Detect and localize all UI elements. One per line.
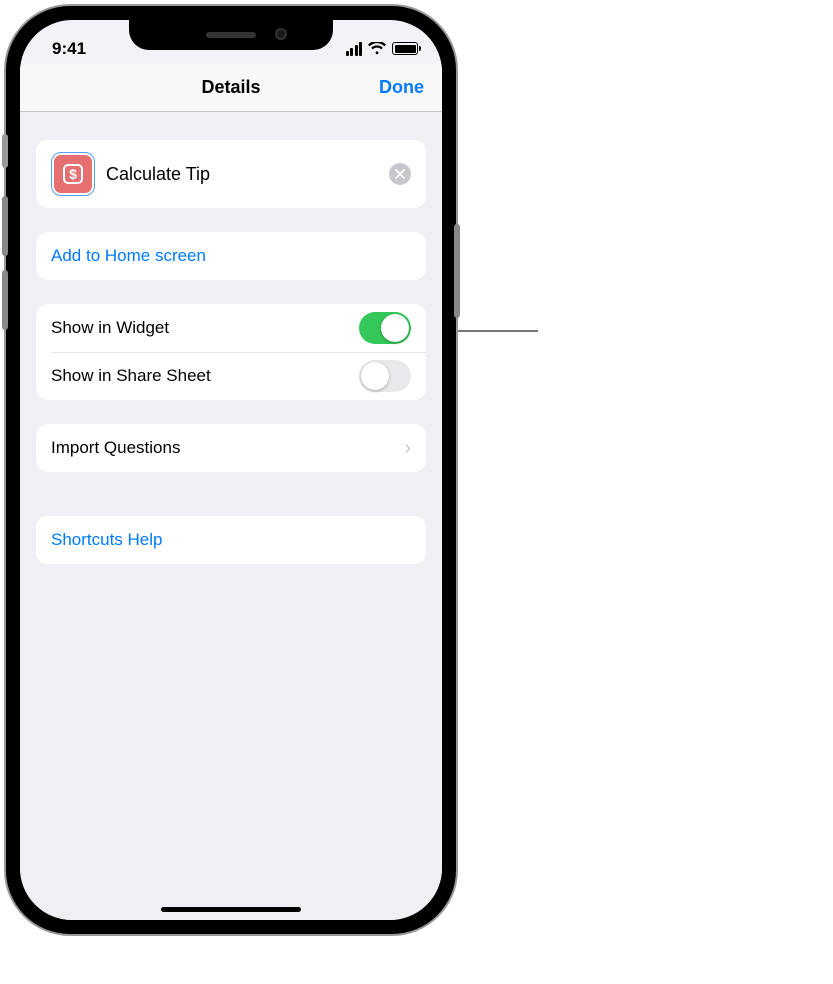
show-in-widget-toggle[interactable] bbox=[359, 312, 411, 344]
shortcut-name-input[interactable] bbox=[106, 164, 389, 185]
nav-bar: Details Done bbox=[20, 64, 442, 112]
status-time: 9:41 bbox=[52, 39, 86, 59]
front-camera bbox=[275, 28, 287, 40]
show-in-share-toggle[interactable] bbox=[359, 360, 411, 392]
status-right bbox=[346, 42, 419, 56]
show-in-share-label: Show in Share Sheet bbox=[51, 366, 359, 386]
side-power-button bbox=[454, 224, 460, 318]
cellular-signal-icon bbox=[346, 42, 363, 56]
shortcuts-help-label: Shortcuts Help bbox=[51, 530, 411, 550]
shortcut-icon-button[interactable]: $ bbox=[51, 152, 95, 196]
home-indicator[interactable] bbox=[161, 907, 301, 912]
clear-text-button[interactable] bbox=[389, 163, 411, 185]
device-frame: 9:41 Details Done $ bbox=[6, 6, 456, 934]
help-group: Shortcuts Help bbox=[36, 516, 426, 564]
add-to-home-screen-button[interactable]: Add to Home screen bbox=[36, 232, 426, 280]
battery-icon bbox=[392, 42, 418, 55]
show-in-share-sheet-row: Show in Share Sheet bbox=[36, 352, 426, 400]
add-home-group: Add to Home screen bbox=[36, 232, 426, 280]
screen: 9:41 Details Done $ bbox=[20, 20, 442, 920]
shortcuts-help-button[interactable]: Shortcuts Help bbox=[36, 516, 426, 564]
chevron-right-icon: › bbox=[404, 438, 411, 458]
done-button[interactable]: Done bbox=[379, 77, 424, 98]
dollar-sign-icon: $ bbox=[54, 155, 92, 193]
import-questions-button[interactable]: Import Questions › bbox=[36, 424, 426, 472]
volume-down-button bbox=[2, 270, 8, 330]
shortcut-name-group: $ bbox=[36, 140, 426, 208]
show-in-widget-row: Show in Widget bbox=[36, 304, 426, 352]
add-to-home-label: Add to Home screen bbox=[51, 246, 411, 266]
import-group: Import Questions › bbox=[36, 424, 426, 472]
wifi-icon bbox=[368, 42, 386, 55]
show-in-widget-label: Show in Widget bbox=[51, 318, 359, 338]
volume-up-button bbox=[2, 196, 8, 256]
page-title: Details bbox=[201, 77, 260, 98]
visibility-group: Show in Widget Show in Share Sheet bbox=[36, 304, 426, 400]
import-questions-label: Import Questions bbox=[51, 438, 404, 458]
silence-switch bbox=[2, 134, 8, 168]
notch bbox=[129, 20, 333, 50]
shortcut-name-row: $ bbox=[36, 140, 426, 208]
close-icon bbox=[395, 169, 405, 179]
content-area: $ Add to Home screen Show in Widget bbox=[20, 112, 442, 920]
speaker-grille bbox=[206, 32, 256, 38]
